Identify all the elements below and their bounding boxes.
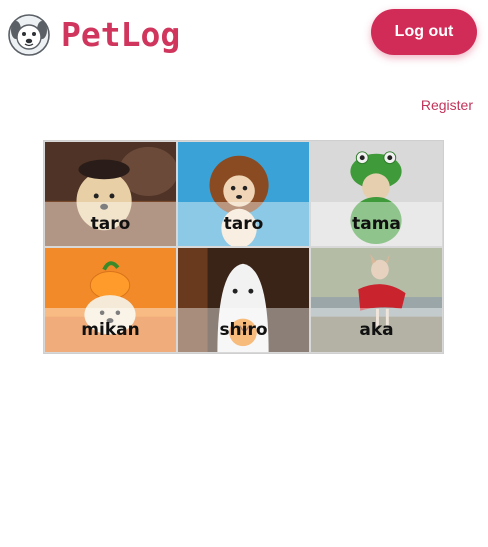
pet-caption: taro [45, 202, 176, 246]
pet-card[interactable]: tama [310, 141, 443, 247]
brand-title[interactable]: PetLog [61, 14, 180, 56]
pet-card[interactable]: taro [44, 141, 177, 247]
dog-face-icon[interactable] [8, 14, 50, 56]
pet-caption: tama [311, 202, 442, 246]
pet-name: shiro [219, 320, 268, 340]
pet-grid: taro taro tama mikan shiro aka [43, 140, 444, 354]
pet-name: taro [90, 214, 131, 234]
pet-card[interactable]: shiro [177, 247, 310, 353]
pet-name: aka [359, 320, 394, 340]
pet-name: taro [223, 214, 264, 234]
register-link[interactable]: Register [421, 97, 473, 113]
pet-card[interactable]: taro [177, 141, 310, 247]
pet-card[interactable]: aka [310, 247, 443, 353]
pet-caption: aka [311, 308, 442, 352]
pet-caption: mikan [45, 308, 176, 352]
pet-card[interactable]: mikan [44, 247, 177, 353]
pet-name: mikan [81, 320, 140, 340]
pet-caption: taro [178, 202, 309, 246]
pet-caption: shiro [178, 308, 309, 352]
header: PetLog Log out [0, 0, 488, 70]
logout-button[interactable]: Log out [371, 9, 477, 55]
pet-name: tama [352, 214, 401, 234]
